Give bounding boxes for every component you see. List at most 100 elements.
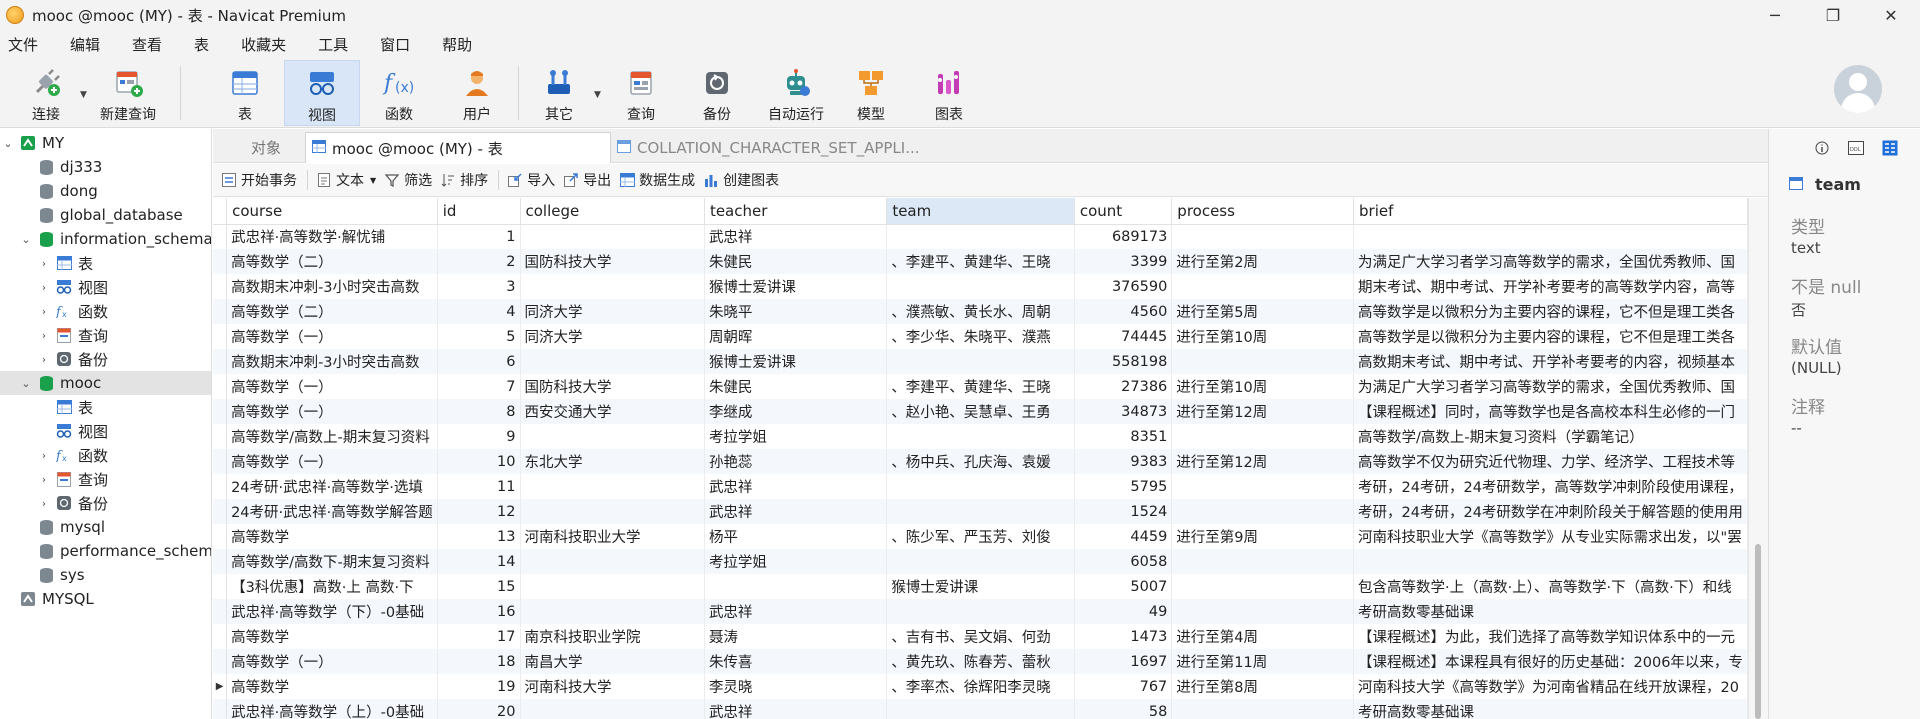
row-indicator[interactable] <box>213 574 228 599</box>
menu-tools[interactable]: 工具 <box>310 34 358 55</box>
menu-help[interactable]: 帮助 <box>434 34 482 55</box>
menu-favorites[interactable]: 收藏夹 <box>233 34 296 55</box>
connect-button[interactable]: 连接 <box>22 60 70 126</box>
cell-count[interactable]: 1697 <box>1074 649 1173 674</box>
cell-course[interactable]: 高等数学（一） <box>226 649 438 674</box>
cell-id[interactable]: 18 <box>437 649 521 674</box>
cell-id[interactable]: 12 <box>437 499 521 524</box>
cell-brief[interactable]: 河南科技大学《高等数学》为河南省精品在线开放课程，20 <box>1353 674 1748 699</box>
cell-teacher[interactable]: 武忠祥 <box>704 224 888 249</box>
tree-db-global-database[interactable]: global_database <box>0 203 211 227</box>
cell-count[interactable]: 27386 <box>1074 374 1173 399</box>
table-row[interactable]: 高等数学（一） 8 西安交通大学 李继成 、赵小艳、吴慧卓、王勇 34873 进行至第12周… <box>213 399 1748 424</box>
cell-brief[interactable]: 考研高数零基础课 <box>1353 699 1748 719</box>
cell-id[interactable]: 19 <box>437 674 521 699</box>
function-button[interactable]: f (x) 函数 <box>370 60 428 126</box>
cell-process[interactable] <box>1171 424 1355 449</box>
cell-teacher[interactable]: 朱晓平 <box>704 299 888 324</box>
cell-teacher[interactable]: 朱传喜 <box>704 649 888 674</box>
cell-id[interactable]: 6 <box>437 349 521 374</box>
cell-team[interactable]: 、杨中兵、孔庆海、袁媛 <box>886 449 1075 474</box>
row-indicator[interactable] <box>213 324 228 349</box>
cell-course[interactable]: 高等数学（二） <box>226 299 438 324</box>
cell-teacher[interactable]: 周朝晖 <box>704 324 888 349</box>
cell-team[interactable] <box>886 599 1075 624</box>
cell-count[interactable]: 58 <box>1074 699 1173 719</box>
cell-teacher[interactable]: 孙艳蕊 <box>704 449 888 474</box>
row-indicator[interactable] <box>213 374 228 399</box>
cell-process[interactable] <box>1171 574 1355 599</box>
cell-course[interactable]: 高等数学（一） <box>226 374 438 399</box>
info-icon[interactable] <box>1813 139 1831 157</box>
cell-team[interactable] <box>886 549 1075 574</box>
cell-team[interactable] <box>886 224 1075 249</box>
cell-count[interactable]: 558198 <box>1074 349 1173 374</box>
row-indicator[interactable] <box>213 599 228 624</box>
cell-teacher[interactable]: 朱健民 <box>704 374 888 399</box>
cell-count[interactable]: 5007 <box>1074 574 1173 599</box>
menu-window[interactable]: 窗口 <box>372 34 420 55</box>
cell-process[interactable]: 进行至第10周 <box>1171 324 1355 349</box>
cell-college[interactable] <box>520 224 705 249</box>
cell-process[interactable]: 进行至第12周 <box>1171 449 1355 474</box>
export-button[interactable]: 导出 <box>563 170 611 190</box>
table-row[interactable]: ▶ 高等数学 19 河南科技大学 李灵晓 、李率杰、徐辉阳李灵晓 767 进行至第8周 河南科技… <box>213 674 1748 699</box>
table-row[interactable]: 高等数学（一） 7 国防科技大学 朱健民 、李建平、黄建华、王晓 27386 进行至第10周… <box>213 374 1748 399</box>
table-row[interactable]: 24考研·武忠祥·高等数学解答题 12 武忠祥 1524 考研，24考研，24考研数学在… <box>213 499 1748 524</box>
cell-brief[interactable]: 【课程概述】本课程具有很好的历史基础：2006年以来，专 <box>1353 649 1748 674</box>
cell-id[interactable]: 4 <box>437 299 521 324</box>
expand-chevron-icon[interactable]: › <box>38 497 50 510</box>
cell-process[interactable]: 进行至第10周 <box>1171 374 1355 399</box>
cell-college[interactable]: 同济大学 <box>520 299 705 324</box>
cell-college[interactable] <box>520 574 705 599</box>
cell-teacher[interactable]: 武忠祥 <box>704 599 888 624</box>
expand-chevron-icon[interactable]: › <box>38 281 50 294</box>
cell-college[interactable] <box>520 274 705 299</box>
cell-id[interactable]: 20 <box>437 699 521 719</box>
cell-process[interactable]: 进行至第12周 <box>1171 399 1355 424</box>
row-indicator[interactable] <box>213 499 228 524</box>
cell-college[interactable] <box>520 499 705 524</box>
tree-connection-mysql[interactable]: MYSQL <box>0 587 211 611</box>
filter-button[interactable]: 筛选 <box>384 170 432 190</box>
cell-process[interactable] <box>1171 549 1355 574</box>
cell-count[interactable]: 376590 <box>1074 274 1173 299</box>
cell-count[interactable]: 8351 <box>1074 424 1173 449</box>
cell-id[interactable]: 15 <box>437 574 521 599</box>
cell-process[interactable] <box>1171 499 1355 524</box>
cell-brief[interactable]: 考研高数零基础课 <box>1353 599 1748 624</box>
backup-button[interactable]: 备份 <box>688 60 746 126</box>
cell-brief[interactable]: 包含高等数学·上（高数·上）、高等数学·下（高数·下）和线 <box>1353 574 1748 599</box>
cell-process[interactable] <box>1171 599 1355 624</box>
cell-course[interactable]: 24考研·武忠祥·高等数学解答题 <box>226 499 438 524</box>
cell-id[interactable]: 1 <box>437 224 521 249</box>
table-row[interactable]: 高等数学（二） 2 国防科技大学 朱健民 、李建平、黄建华、王晓 3399 进行至第2周 为满… <box>213 249 1748 274</box>
cell-college[interactable] <box>520 599 705 624</box>
view-button[interactable]: 视图 <box>284 60 360 126</box>
cell-brief[interactable]: 为满足广大学习者学习高等数学的需求，全国优秀教师、国 <box>1353 249 1748 274</box>
column-header-process[interactable]: process <box>1171 198 1355 225</box>
row-indicator[interactable] <box>213 274 228 299</box>
cell-teacher[interactable]: 猴博士爱讲课 <box>704 349 888 374</box>
cell-count[interactable]: 1473 <box>1074 624 1173 649</box>
expand-chevron-icon[interactable]: › <box>38 257 50 270</box>
tree-db-information-schema[interactable]: ⌄ information_schema <box>0 227 211 251</box>
column-header-id[interactable]: id <box>437 198 521 225</box>
row-indicator[interactable] <box>213 349 228 374</box>
tree-node-views[interactable]: 视图 <box>0 419 211 443</box>
expand-chevron-icon[interactable]: › <box>38 305 50 318</box>
data-grid[interactable]: course id college teacher team count pro… <box>213 198 1748 719</box>
cell-team[interactable]: 、李建平、黄建华、王晓 <box>886 249 1075 274</box>
tree-db-dong[interactable]: dong <box>0 179 211 203</box>
new-query-button[interactable]: 新建查询 <box>94 60 162 126</box>
vertical-scrollbar[interactable] <box>1748 198 1768 719</box>
expand-chevron-icon[interactable]: › <box>38 473 50 486</box>
query-button[interactable]: 查询 <box>612 60 670 126</box>
cell-teacher[interactable]: 聂涛 <box>704 624 888 649</box>
column-header-course[interactable]: course <box>226 198 438 225</box>
begin-transaction-button[interactable]: 开始事务 <box>221 170 297 190</box>
cell-teacher[interactable]: 猴博士爱讲课 <box>704 274 888 299</box>
table-row[interactable]: 高等数学/高数下-期末复习资料 14 考拉学姐 6058 <box>213 549 1748 574</box>
cell-id[interactable]: 16 <box>437 599 521 624</box>
cell-process[interactable] <box>1171 474 1355 499</box>
